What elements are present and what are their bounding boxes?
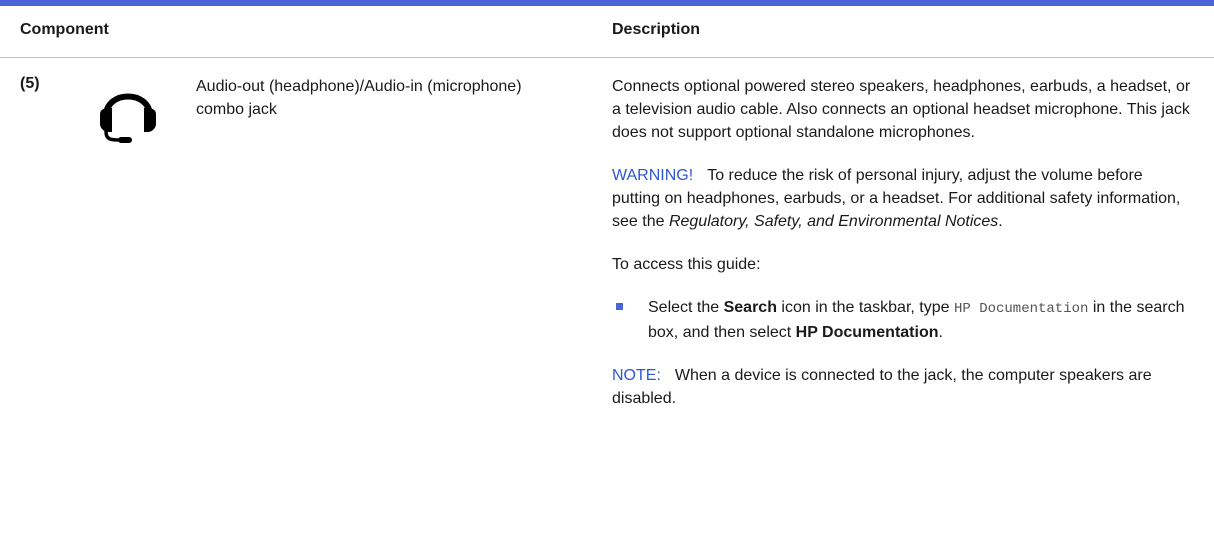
warning-paragraph: WARNING! To reduce the risk of personal i… [612,167,1181,230]
headset-icon [100,93,156,143]
list-item: Select the Search icon in the taskbar, t… [612,296,1192,344]
note-text: When a device is connected to the jack, … [612,367,1152,407]
row-number: (5) [20,75,40,92]
table-header-row: Component Description [0,6,1214,58]
note-label: NOTE: [612,367,661,384]
header-description: Description [612,21,701,38]
warning-label: WARNING! [612,167,694,184]
square-bullet-icon [616,303,623,310]
table-row: (5) Audio-out (headphone)/Audio-in (micr… [0,58,1214,542]
component-name: Audio-out (headphone)/Audio-in (micropho… [196,78,522,118]
description-main: Connects optional powered stereo speaker… [612,78,1191,141]
access-guide-intro: To access this guide: [612,256,761,273]
description-cell: Connects optional powered stereo speaker… [612,75,1192,410]
header-component: Component [20,21,109,38]
search-keyword: Search [723,299,777,316]
hp-documentation-keyword: HP Documentation [795,324,939,341]
code-hp-documentation: HP Documentation [953,301,1089,317]
regulatory-notices-reference: Regulatory, Safety, and Environmental No… [668,213,999,230]
note-paragraph: NOTE: When a device is connected to the j… [612,364,1192,410]
component-table: Component Description (5) Audio-out (hea… [0,0,1214,542]
